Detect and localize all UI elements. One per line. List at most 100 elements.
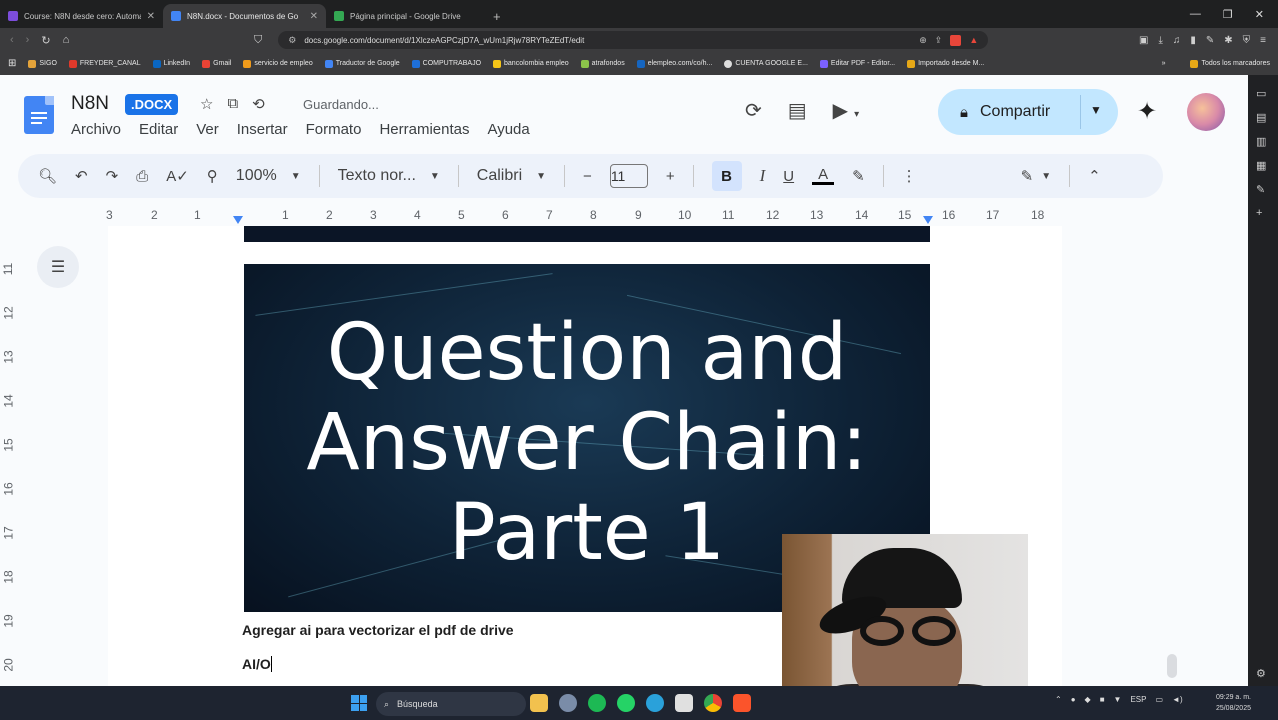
restore-icon[interactable]: ❐ (1223, 8, 1233, 21)
media-icon[interactable]: ♫ (1173, 35, 1181, 46)
bold-button[interactable]: B (711, 161, 742, 191)
menu-formato[interactable]: Formato (306, 121, 362, 138)
url-field[interactable]: ⚙ docs.google.com/document/d/1XlczeAGPCz… (278, 31, 989, 49)
chevron-down-icon[interactable]: ▼ (1090, 103, 1102, 117)
tray-app-icon[interactable]: ● (1071, 695, 1076, 704)
reading-list-icon[interactable]: ▮ (1190, 35, 1196, 46)
tray-app-icon[interactable]: ◆ (1085, 695, 1091, 704)
comments-icon[interactable]: ▤ (788, 98, 807, 123)
menu-ayuda[interactable]: Ayuda (487, 121, 529, 138)
bookmark-item[interactable]: SIGO (28, 59, 57, 68)
site-info-icon[interactable]: ⚙ (288, 35, 296, 46)
tray-volume-icon[interactable]: ◄) (1172, 695, 1183, 704)
scrollbar[interactable] (1167, 654, 1177, 678)
star-icon[interactable]: ☆ (200, 95, 213, 113)
horizontal-ruler[interactable]: 3 2 1 1 2 3 4 5 6 7 8 9 10 11 12 13 14 15 16 17 18 (0, 206, 1162, 224)
whatsapp-icon[interactable] (617, 694, 635, 712)
decrease-font-icon[interactable]: − (583, 168, 592, 185)
sidebar-reading-icon[interactable]: ▦ (1256, 159, 1266, 172)
spellcheck-icon[interactable]: A✓ (166, 167, 189, 185)
taskbar-clock[interactable]: 09:29 a. m. 25/08/2025 (1205, 692, 1251, 714)
share-button[interactable]: 🔒︎ Compartir ▼ (938, 89, 1118, 135)
bookmark-item[interactable]: servicio de empleo (243, 59, 313, 68)
paragraph-style-select[interactable]: Texto nor... ▼ (338, 167, 440, 185)
back-icon[interactable]: ‹ (10, 34, 14, 47)
reload-icon[interactable]: ↻ (41, 34, 50, 47)
gemini-icon[interactable]: ✦ (1137, 97, 1157, 126)
document-title[interactable]: N8N (71, 93, 109, 115)
minimize-icon[interactable]: — (1190, 8, 1201, 20)
move-folder-icon[interactable]: ⧉ (227, 95, 238, 113)
menu-ver[interactable]: Ver (196, 121, 219, 138)
close-window-icon[interactable]: ✕ (1255, 8, 1264, 21)
paragraph-current[interactable]: AI/O (242, 656, 272, 672)
text-color-button[interactable]: A (812, 167, 835, 185)
browser-tab-course[interactable]: Course: N8N desde cero: Automatiz ✕ (0, 4, 163, 28)
version-history-icon[interactable]: ⟳ (745, 98, 762, 123)
chevron-up-icon[interactable]: ⌃ (1088, 167, 1101, 185)
file-explorer-icon[interactable] (530, 694, 548, 712)
rewards-icon[interactable]: ▲ (969, 35, 978, 45)
bookmark-item[interactable]: Importado desde M... (907, 59, 984, 68)
bookmark-item[interactable]: LinkedIn (152, 59, 190, 68)
bookmark-item[interactable]: COMPUTRABAJO (411, 59, 481, 68)
new-tab-icon[interactable]: + (493, 4, 501, 28)
brave-shield-icon[interactable] (950, 34, 962, 46)
close-icon[interactable]: ✕ (310, 11, 318, 22)
forward-icon[interactable]: › (26, 34, 30, 47)
vpn-icon[interactable]: ⛨ (1243, 35, 1251, 46)
bookmark-item[interactable]: FREYDER_CANAL (68, 59, 141, 68)
tray-overflow-icon[interactable]: ⌃ (1055, 695, 1062, 704)
spotify-icon[interactable] (588, 694, 606, 712)
menu-icon[interactable]: ≡ (1260, 35, 1266, 46)
increase-font-icon[interactable]: + (666, 168, 675, 185)
home-icon[interactable]: ⌂ (63, 34, 70, 47)
google-docs-logo-icon[interactable] (24, 96, 54, 134)
tray-network-icon[interactable]: ▭ (1155, 695, 1163, 704)
paragraph[interactable]: Agregar ai para vectorizar el pdf de dri… (242, 622, 514, 638)
document-outline-icon[interactable]: ☰ (37, 246, 79, 288)
menu-herramientas[interactable]: Herramientas (379, 121, 469, 138)
bookmark-item[interactable]: Traductor de Google (324, 59, 400, 68)
sidebar-extensions-icon[interactable]: ✎ (1256, 183, 1265, 196)
redo-icon[interactable]: ↷ (106, 167, 119, 185)
bookmark-item[interactable]: bancolombia empleo (493, 59, 569, 68)
menu-insertar[interactable]: Insertar (237, 121, 288, 138)
underline-button[interactable]: U (783, 168, 794, 185)
puzzle-icon[interactable]: ✱ (1224, 35, 1232, 46)
print-icon[interactable]: ⎙ (136, 168, 148, 185)
bookmark-item[interactable]: CUENTA GOOGLE E... (724, 59, 808, 68)
sidebar-settings-icon[interactable]: ⚙ (1256, 667, 1266, 680)
paint-format-icon[interactable]: ⚲ (207, 167, 218, 185)
menu-editar[interactable]: Editar (139, 121, 178, 138)
browser-tab-docs[interactable]: N8N.docx - Documentos de Go ✕ (163, 4, 326, 28)
download-icon[interactable]: ⤓ (1158, 35, 1162, 46)
bookmark-item[interactable]: elempleo.com/co/h... (636, 59, 712, 68)
undo-icon[interactable]: ↶ (75, 167, 88, 185)
apps-grid-icon[interactable]: ⊞ (8, 58, 16, 69)
zoom-select[interactable]: 100% ▼ (236, 167, 301, 185)
sidebar-bookmarks-icon[interactable]: ▤ (1256, 111, 1266, 124)
font-size-input[interactable]: 11 (609, 164, 648, 188)
sidebar-history-icon[interactable]: ▥ (1256, 135, 1266, 148)
sidebar-chat-icon[interactable]: ▭ (1256, 87, 1266, 100)
all-bookmarks[interactable]: » Todos los marcadores (1162, 59, 1278, 68)
browser-tab-drive[interactable]: Página principal - Google Drive (326, 4, 489, 28)
tray-app-icon[interactable]: ■ (1100, 695, 1105, 704)
italic-button[interactable]: I (760, 166, 766, 186)
windows-start-icon[interactable] (351, 695, 367, 711)
more-options-icon[interactable]: ⋮ (902, 167, 917, 185)
meet-icon[interactable]: ▶ ▾ (833, 98, 859, 123)
tray-lang-label[interactable]: ESP (1130, 695, 1146, 704)
telegram-icon[interactable] (646, 694, 664, 712)
chrome-icon[interactable] (704, 694, 722, 712)
share-page-icon[interactable]: ⇪ (935, 35, 943, 46)
zoom-icon[interactable]: ⊕ (919, 35, 927, 46)
bookmark-icon[interactable]: ⛉ (254, 34, 262, 47)
app-icon[interactable] (675, 694, 693, 712)
sidebar-toggle-icon[interactable]: ▣ (1139, 35, 1148, 46)
right-indent-marker[interactable] (923, 216, 933, 224)
settings-icon[interactable] (559, 694, 577, 712)
highlight-icon[interactable]: ✎ (852, 167, 865, 185)
sidebar-add-icon[interactable]: + (1256, 207, 1262, 219)
